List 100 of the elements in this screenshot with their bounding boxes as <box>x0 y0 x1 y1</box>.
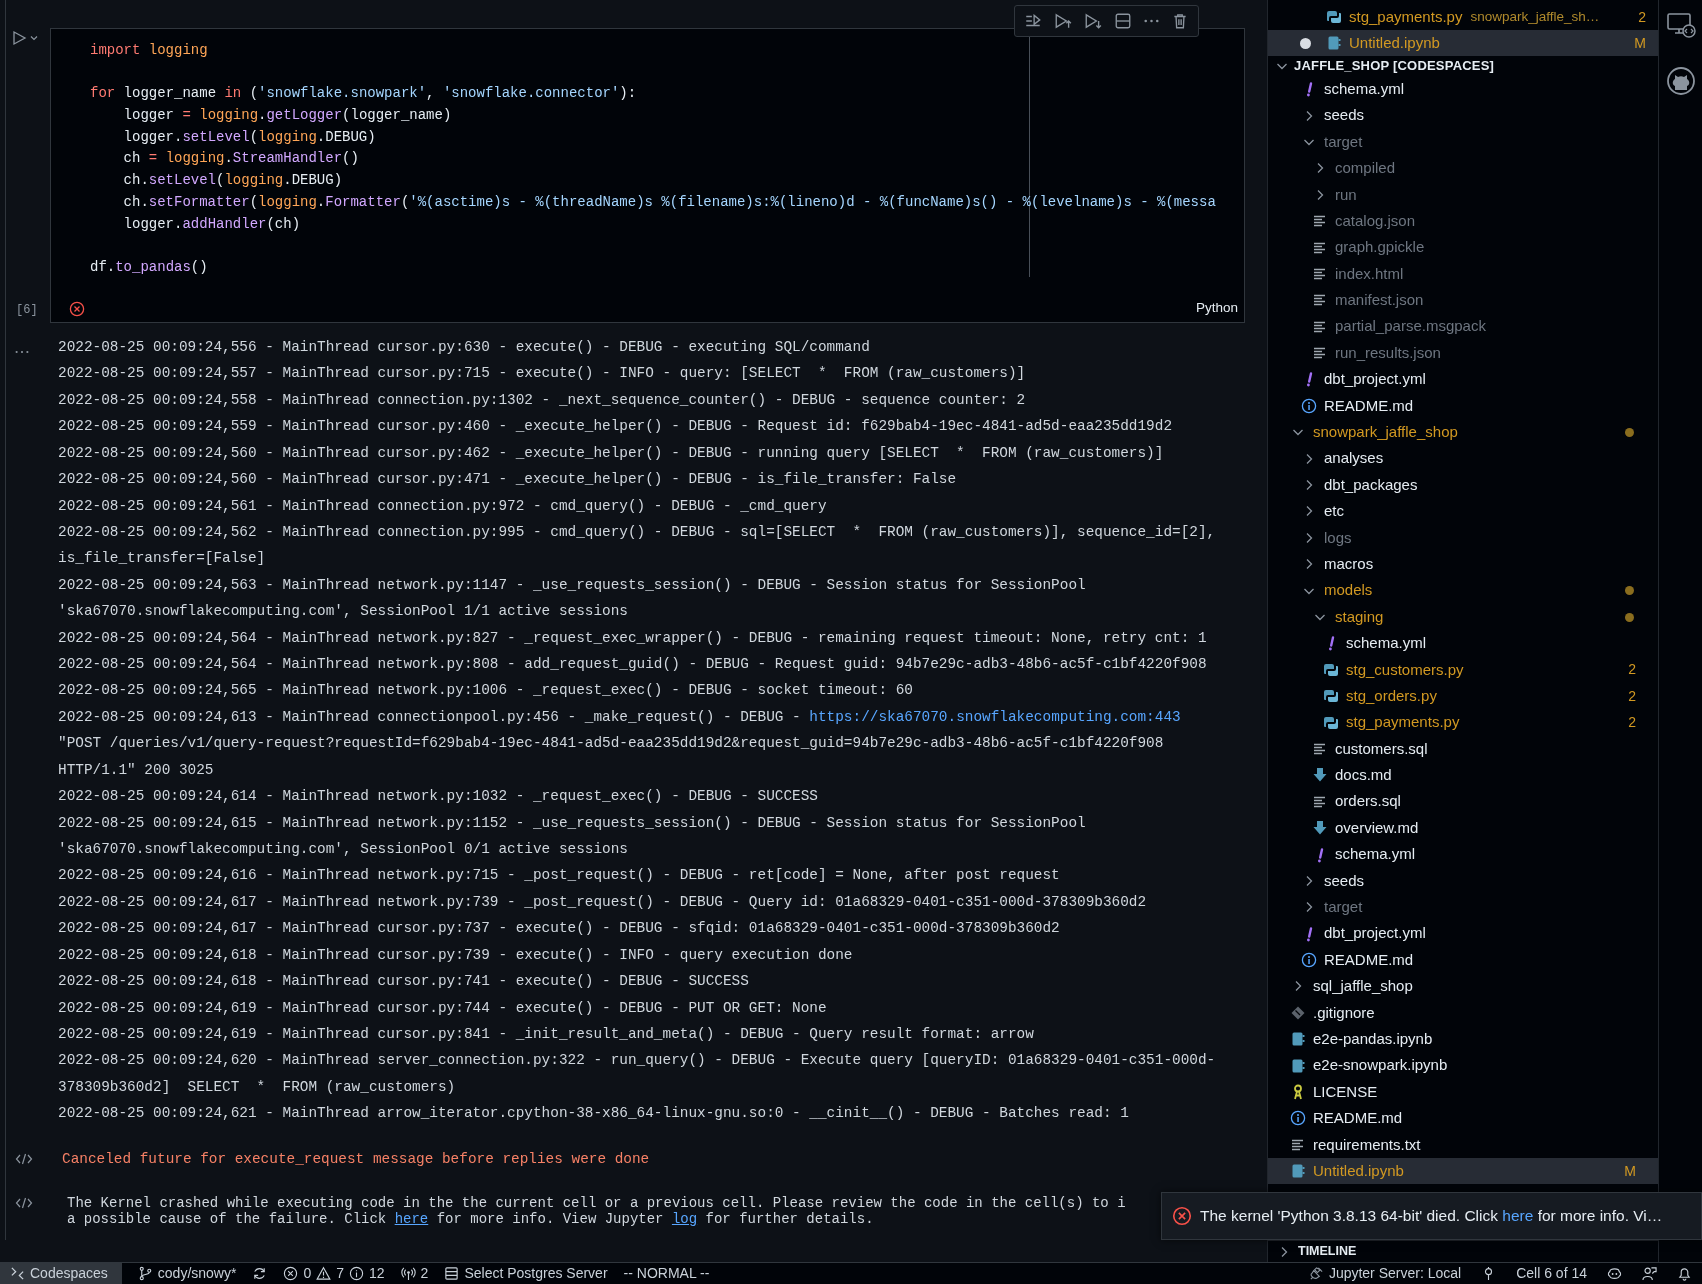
help-link[interactable]: log <box>671 1210 698 1227</box>
file-item[interactable]: e2e-snowpark.ipynb <box>1268 1052 1658 1079</box>
file-name: target <box>1324 131 1363 152</box>
code-line: for logger_name in ('snowflake.snowpark', 'snowflake.connector'): <box>90 84 638 104</box>
file-item[interactable]: customers.sql <box>1268 735 1658 763</box>
folder-item[interactable]: compiled <box>1268 155 1658 182</box>
file-name: dbt_project.yml <box>1324 923 1426 944</box>
file-name: etc <box>1324 501 1344 522</box>
more-icon <box>15 350 29 355</box>
folder-item[interactable]: models <box>1268 577 1658 604</box>
log-entry: 2022-08-25 00:09:24,562 - MainThread connection.py:995 - cmd_query() - DEBUG - sql=[SELECT * FROM (raw_customers)], sequence_id=[2], is_file_transfer=[False] <box>58 522 1216 569</box>
file-name: models <box>1324 580 1373 601</box>
info-icon <box>1290 1110 1306 1127</box>
folder-item[interactable]: target <box>1268 894 1658 921</box>
file-item[interactable]: stg_payments.py 2 <box>1268 709 1658 736</box>
file-item[interactable]: README.md <box>1268 392 1658 420</box>
file-item[interactable]: index.html <box>1268 260 1658 288</box>
code-line: ch = logging.StreamHandler() <box>122 149 360 169</box>
file-name: stg_orders.py <box>1346 685 1437 706</box>
folder-item[interactable]: sql_jaffle_shop <box>1268 973 1658 1000</box>
status-label: 2 <box>1628 660 1636 680</box>
script-file-icon <box>1323 688 1339 705</box>
file-item[interactable]: overview.md <box>1268 814 1658 842</box>
log-entry: 2022-08-25 00:09:24,618 - MainThread cursor.py:739 - execute() - INFO - query execution done <box>58 945 854 965</box>
ports-status[interactable]: 2 <box>392 1263 437 1284</box>
info-icon <box>1301 397 1317 414</box>
file-item[interactable]: stg_orders.py 2 <box>1268 683 1658 710</box>
script-file-icon <box>1326 9 1342 25</box>
status-label: 2 <box>1638 7 1646 27</box>
database-status[interactable]: Select Postgres Server <box>436 1263 616 1284</box>
vim-mode-status[interactable]: -- NORMAL -- <box>615 1263 718 1284</box>
file-name: dbt_packages <box>1324 474 1418 495</box>
folder-item[interactable]: dbt_packages <box>1268 471 1658 499</box>
folder-item[interactable]: staging <box>1268 603 1658 631</box>
jupyter-server-status[interactable]: Jupyter Server: Local <box>1298 1263 1472 1284</box>
error-icon <box>1172 1206 1192 1226</box>
branch-status[interactable]: cody/snowy* <box>129 1263 245 1284</box>
notebook-icon <box>1326 35 1342 51</box>
file-name: snowpark_jaffle_shop <box>1313 422 1458 442</box>
file-item[interactable]: partial_parse.msgpack <box>1268 313 1658 340</box>
file-item[interactable]: run_results.json <box>1268 339 1658 367</box>
file-item[interactable]: schema.yml <box>1268 630 1658 657</box>
remote-status[interactable]: Codespaces <box>0 1263 122 1284</box>
folder-item[interactable]: logs <box>1268 524 1658 552</box>
file-item[interactable]: dbt_project.yml <box>1268 366 1658 393</box>
sync-icon <box>252 1266 268 1281</box>
open-editor-item[interactable]: stg_payments.py snowpark_jaffle_sh… 2 <box>1268 4 1658 30</box>
help-link[interactable]: here <box>1502 1207 1534 1225</box>
run-menu-button[interactable] <box>29 33 39 43</box>
folder-item[interactable]: target <box>1268 128 1658 156</box>
file-name: schema.yml <box>1324 78 1405 99</box>
file-item[interactable]: orders.sql <box>1268 788 1658 815</box>
file-item[interactable]: README.md <box>1268 946 1658 974</box>
file-item[interactable]: schema.yml <box>1268 76 1658 103</box>
log-entry: 2022-08-25 00:09:24,560 - MainThread cursor.py:471 - _execute_helper() - DEBUG - is_file_transfer: False <box>58 470 958 490</box>
file-name: catalog.json <box>1335 210 1416 231</box>
log-entry: 2022-08-25 00:09:24,559 - MainThread cursor.py:460 - _execute_helper() - DEBUG - Request id: f629bab4-19ec-4841-ad5d-eaa235dd19d2 <box>58 417 1174 437</box>
robot-face-icon <box>1607 1266 1622 1281</box>
file-item[interactable]: e2e-pandas.ipynb <box>1268 1026 1658 1053</box>
file-item[interactable]: schema.yml <box>1268 841 1658 868</box>
url-link[interactable]: https://ska67070.snowflakecomputing.com:443 <box>809 708 1181 725</box>
file-name: graph.gpickle <box>1335 237 1425 258</box>
code-line: import logging <box>90 41 209 60</box>
file-item[interactable]: catalog.json <box>1268 207 1658 235</box>
file-item[interactable]: LICENSE <box>1268 1078 1658 1106</box>
folder-item[interactable]: etc <box>1268 498 1658 525</box>
file-item[interactable]: dbt_project.yml <box>1268 920 1658 947</box>
file-item[interactable]: manifest.json <box>1268 287 1658 314</box>
log-entry: 2022-08-25 00:09:24,617 - MainThread cursor.py:737 - execute() - DEBUG - sfqid: 01a68329-0401-c351-000d-378309b360d2 <box>58 919 1061 939</box>
cell-position-status[interactable]: Cell 6 of 14 <box>1506 1263 1597 1284</box>
file-item[interactable]: README.md <box>1268 1105 1658 1132</box>
folder-item[interactable]: seeds <box>1268 102 1658 129</box>
account-button[interactable] <box>1665 66 1696 96</box>
open-editor-item[interactable]: Untitled.ipynb M <box>1268 30 1658 56</box>
help-link[interactable]: here <box>394 1210 429 1227</box>
file-item[interactable]: graph.gpickle <box>1268 234 1658 261</box>
language-label[interactable]: Python <box>1195 297 1238 319</box>
file-name: staging <box>1335 606 1384 627</box>
folder-item[interactable]: run <box>1268 181 1658 208</box>
more-icon <box>1144 19 1159 23</box>
plug-icon <box>1308 1266 1324 1281</box>
file-item[interactable]: .gitignore <box>1268 999 1658 1027</box>
folder-item[interactable]: macros <box>1268 551 1658 578</box>
run-cell-button[interactable] <box>11 30 27 46</box>
file-name: customers.sql <box>1335 738 1428 759</box>
file-item[interactable]: Untitled.ipynb M <box>1268 1158 1658 1185</box>
file-item[interactable]: stg_customers.py 2 <box>1268 656 1658 683</box>
folder-item[interactable]: analyses <box>1268 445 1658 472</box>
log-entry: 2022-08-25 00:09:24,561 - MainThread connection.py:972 - cmd_query() - DEBUG - _cmd_query <box>58 496 828 516</box>
remote-explorer-button[interactable] <box>1665 10 1696 40</box>
notebook-icon <box>1290 1163 1306 1180</box>
file-name: run <box>1335 184 1357 205</box>
file-name: seeds <box>1324 105 1365 126</box>
file-item[interactable]: docs.md <box>1268 762 1658 789</box>
file-item[interactable]: requirements.txt <box>1268 1131 1658 1158</box>
folder-item[interactable]: seeds <box>1268 867 1658 895</box>
problems-status[interactable]: 0 7 12 <box>275 1263 393 1284</box>
file-name: README.md <box>1324 949 1414 970</box>
folder-item[interactable]: snowpark_jaffle_shop <box>1268 419 1658 446</box>
info-icon <box>1301 952 1317 969</box>
